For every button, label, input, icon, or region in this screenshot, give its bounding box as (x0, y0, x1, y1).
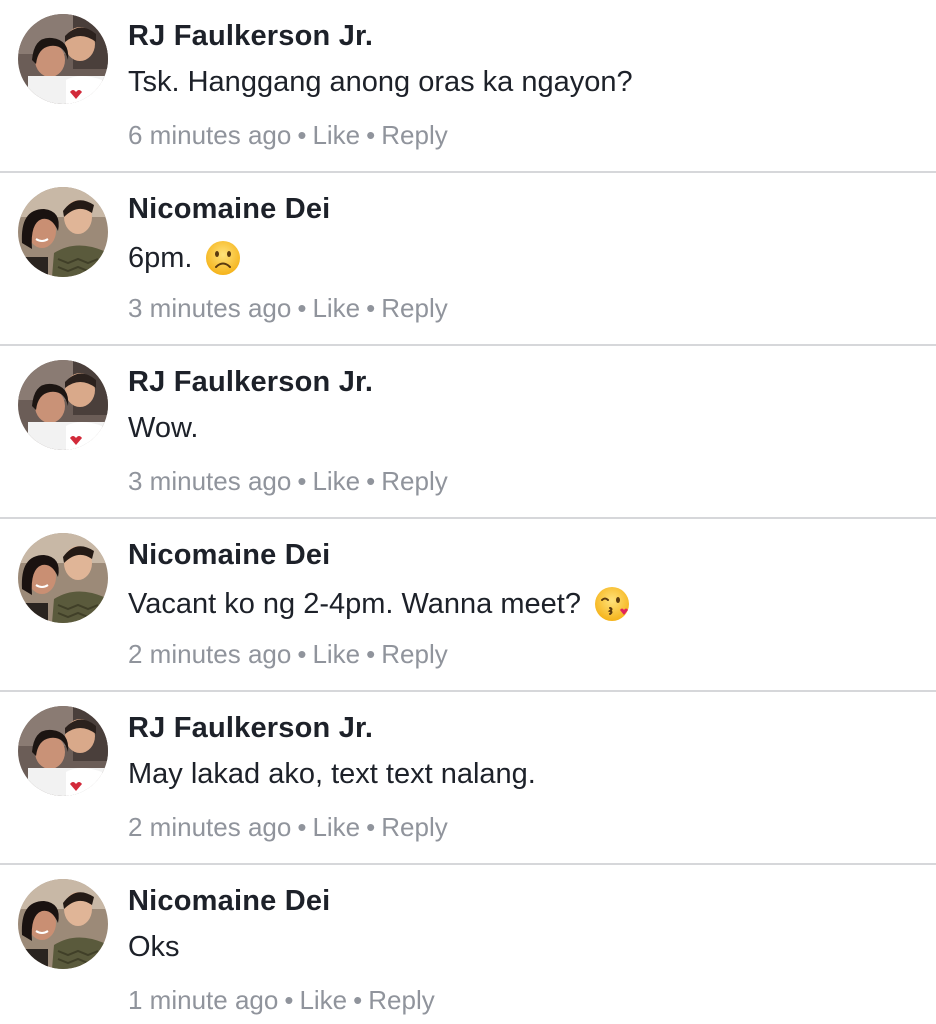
avatar-photo (18, 533, 108, 623)
comment-timestamp[interactable]: 1 minute ago (128, 985, 278, 1015)
frowning-face-icon (204, 239, 242, 277)
comment-item: RJ Faulkerson Jr. May lakad ako, text te… (0, 692, 936, 865)
like-button[interactable]: Like (312, 466, 360, 496)
separator-dot: • (297, 812, 307, 842)
comment-timestamp[interactable]: 2 minutes ago (128, 812, 291, 842)
avatar[interactable] (18, 879, 108, 969)
avatar-photo (18, 14, 108, 104)
comment-item: Nicomaine Dei Oks 1 minute ago • Like • Repl… (0, 865, 936, 1024)
separator-dot: • (297, 293, 307, 323)
comment-author[interactable]: Nicomaine Dei (128, 539, 330, 572)
separator-dot: • (366, 466, 376, 496)
separator-dot: • (366, 639, 376, 669)
reply-button[interactable]: Reply (381, 120, 447, 150)
like-button[interactable]: Like (299, 985, 347, 1015)
separator-dot: • (297, 639, 307, 669)
comment-item: RJ Faulkerson Jr. Tsk. Hanggang anong or… (0, 0, 936, 173)
like-button[interactable]: Like (312, 293, 360, 323)
avatar[interactable] (18, 360, 108, 450)
comment-author[interactable]: RJ Faulkerson Jr. (128, 712, 373, 745)
comment-text: Vacant ko ng 2-4pm. Wanna meet? (128, 585, 631, 623)
avatar[interactable] (18, 533, 108, 623)
comment-text-body: Wow. (128, 412, 199, 444)
reply-button[interactable]: Reply (381, 293, 447, 323)
avatar-photo (18, 706, 108, 796)
avatar[interactable] (18, 14, 108, 104)
comment-text: Oks (128, 931, 180, 964)
comment-text: Tsk. Hanggang anong oras ka ngayon? (128, 66, 633, 99)
comment-thread: RJ Faulkerson Jr. Tsk. Hanggang anong or… (0, 0, 936, 1024)
comment-meta: 3 minutes ago • Like • Reply (128, 466, 448, 497)
avatar[interactable] (18, 187, 108, 277)
reply-button[interactable]: Reply (368, 985, 434, 1015)
like-button[interactable]: Like (312, 639, 360, 669)
like-button[interactable]: Like (312, 120, 360, 150)
comment-timestamp[interactable]: 3 minutes ago (128, 466, 291, 496)
comment-text: May lakad ako, text text nalang. (128, 758, 536, 791)
separator-dot: • (284, 985, 294, 1015)
kissing-face-icon (593, 585, 631, 623)
separator-dot: • (366, 812, 376, 842)
comment-timestamp[interactable]: 6 minutes ago (128, 120, 291, 150)
separator-dot: • (297, 466, 307, 496)
reply-button[interactable]: Reply (381, 639, 447, 669)
avatar-photo (18, 879, 108, 969)
comment-text: Wow. (128, 412, 198, 445)
avatar[interactable] (18, 706, 108, 796)
comment-meta: 1 minute ago • Like • Reply (128, 985, 435, 1016)
separator-dot: • (353, 985, 363, 1015)
comment-meta: 2 minutes ago • Like • Reply (128, 639, 448, 670)
avatar-photo (18, 187, 108, 277)
comment-item: Nicomaine Dei Vacant ko ng 2-4pm. Wanna … (0, 519, 936, 692)
separator-dot: • (297, 120, 307, 150)
comment-author[interactable]: Nicomaine Dei (128, 885, 330, 918)
separator-dot: • (366, 293, 376, 323)
comment-text-body: 6pm. (128, 241, 193, 274)
like-button[interactable]: Like (312, 812, 360, 842)
comment-item: Nicomaine Dei 6pm. 3 minutes ago • Like • Re… (0, 173, 936, 346)
separator-dot: • (366, 120, 376, 150)
comment-author[interactable]: RJ Faulkerson Jr. (128, 366, 373, 399)
comment-author[interactable]: RJ Faulkerson Jr. (128, 20, 373, 53)
comment-timestamp[interactable]: 2 minutes ago (128, 639, 291, 669)
comment-timestamp[interactable]: 3 minutes ago (128, 293, 291, 323)
comment-meta: 3 minutes ago • Like • Reply (128, 293, 448, 324)
avatar-photo (18, 360, 108, 450)
comment-meta: 2 minutes ago • Like • Reply (128, 812, 448, 843)
reply-button[interactable]: Reply (381, 812, 447, 842)
comment-text-body: Vacant ko ng 2-4pm. Wanna meet? (128, 587, 581, 620)
comment-text-body: Oks (128, 931, 180, 963)
comment-author[interactable]: Nicomaine Dei (128, 193, 330, 226)
comment-text-body: Tsk. Hanggang anong oras ka ngayon? (128, 66, 633, 98)
comment-text: 6pm. (128, 239, 242, 277)
comment-meta: 6 minutes ago • Like • Reply (128, 120, 448, 151)
comment-text-body: May lakad ako, text text nalang. (128, 758, 536, 790)
comment-item: RJ Faulkerson Jr. Wow. 3 minutes ago • Lik… (0, 346, 936, 519)
reply-button[interactable]: Reply (381, 466, 447, 496)
